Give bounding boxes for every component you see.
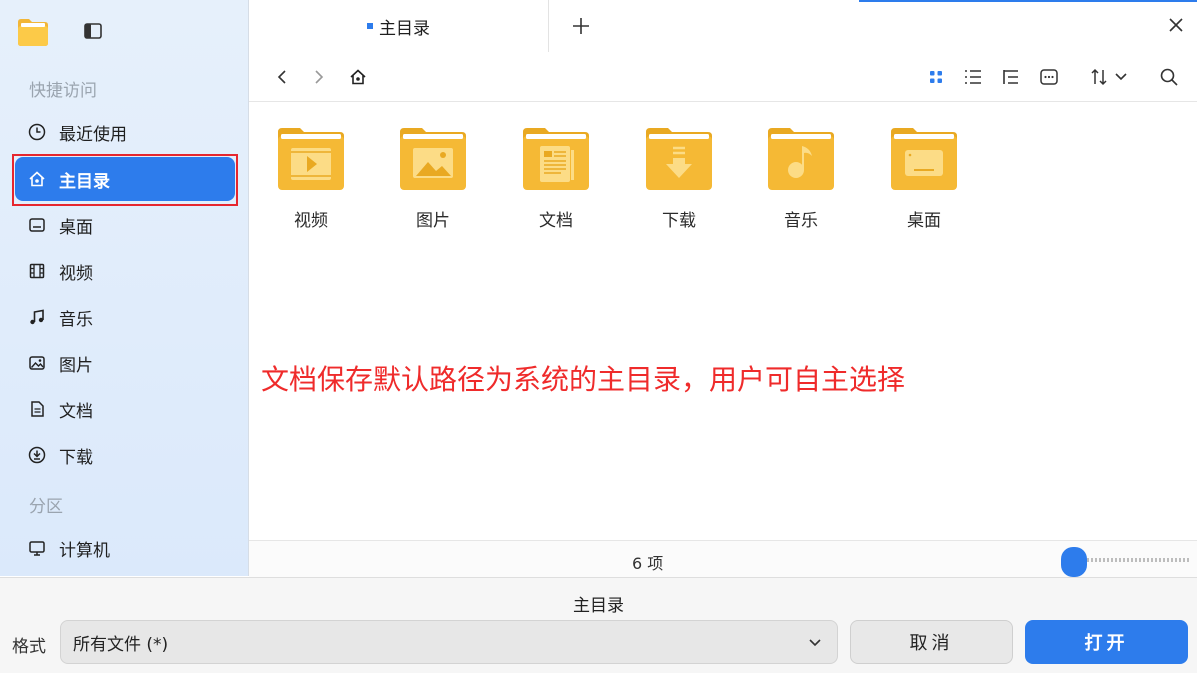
zoom-slider-track bbox=[1079, 558, 1191, 562]
sidebar-item-label: 最近使用 bbox=[59, 124, 127, 145]
downloads-folder-icon bbox=[646, 128, 712, 190]
home-icon bbox=[27, 169, 47, 189]
back-button[interactable] bbox=[269, 64, 295, 90]
format-label: 格式 bbox=[12, 637, 46, 657]
file-name: 下载 bbox=[662, 211, 696, 231]
folder-desktop[interactable]: 桌面 bbox=[874, 126, 974, 231]
more-icon bbox=[1040, 69, 1058, 85]
format-select[interactable]: 所有文件 (*) bbox=[60, 620, 838, 664]
sidebar-item-downloads[interactable]: 下载 bbox=[15, 433, 235, 477]
computer-icon bbox=[27, 538, 47, 558]
sidebar-item-music[interactable]: 音乐 bbox=[15, 295, 235, 339]
folder-videos[interactable]: 视频 bbox=[261, 126, 361, 231]
tree-view-icon bbox=[1003, 70, 1018, 84]
sidebar-toggle-icon[interactable] bbox=[84, 23, 102, 39]
add-tab-icon[interactable] bbox=[567, 12, 595, 40]
close-icon[interactable] bbox=[1165, 14, 1187, 36]
music-note-icon bbox=[27, 307, 47, 327]
file-name: 文档 bbox=[539, 211, 573, 231]
video-folder-icon bbox=[278, 128, 344, 190]
desktop-folder-icon bbox=[891, 128, 957, 190]
folder-downloads[interactable]: 下载 bbox=[629, 126, 729, 231]
partition-title: 分区 bbox=[29, 497, 63, 517]
search-button[interactable] bbox=[1156, 64, 1182, 90]
more-options-button[interactable] bbox=[1036, 64, 1062, 90]
sidebar-item-label: 图片 bbox=[59, 355, 93, 376]
sidebar-item-computer[interactable]: 计算机 bbox=[15, 526, 235, 570]
sidebar-item-recent[interactable]: 最近使用 bbox=[15, 110, 235, 154]
sidebar-item-label: 桌面 bbox=[59, 217, 93, 238]
sidebar-item-desktop[interactable]: 桌面 bbox=[15, 203, 235, 247]
quick-access-title: 快捷访问 bbox=[29, 81, 97, 101]
sidebar-item-label: 文档 bbox=[59, 401, 93, 422]
annotation-text: 文档保存默认路径为系统的主目录，用户可自主选择 bbox=[261, 363, 906, 396]
chevron-down-icon bbox=[1115, 73, 1127, 81]
file-name: 桌面 bbox=[907, 211, 941, 231]
download-icon bbox=[27, 445, 47, 465]
tab-home[interactable]: 主目录 bbox=[249, 0, 549, 52]
tree-view-button[interactable] bbox=[998, 64, 1024, 90]
file-manager-logo-icon bbox=[18, 19, 48, 46]
file-name: 音乐 bbox=[784, 211, 818, 231]
icon-view-button[interactable] bbox=[923, 64, 949, 90]
file-name: 图片 bbox=[416, 211, 450, 231]
window-accent-line bbox=[859, 0, 1197, 2]
zoom-slider-handle[interactable] bbox=[1061, 547, 1087, 577]
sort-button[interactable] bbox=[1085, 64, 1133, 90]
sidebar-item-pictures[interactable]: 图片 bbox=[15, 341, 235, 385]
sidebar-item-label: 计算机 bbox=[59, 540, 110, 561]
sidebar-item-label: 下载 bbox=[59, 447, 93, 468]
chevron-right-icon bbox=[315, 70, 324, 84]
sidebar-item-home[interactable]: 主目录 bbox=[15, 157, 235, 201]
zoom-slider[interactable] bbox=[1061, 547, 1191, 577]
active-tab-indicator bbox=[367, 23, 373, 29]
image-icon bbox=[27, 353, 47, 373]
sidebar-item-label: 视频 bbox=[59, 263, 93, 284]
sidebar-item-label: 音乐 bbox=[59, 309, 93, 330]
clock-icon bbox=[27, 122, 47, 142]
list-view-button[interactable] bbox=[960, 64, 986, 90]
sort-icon bbox=[1091, 68, 1107, 86]
home-icon bbox=[350, 69, 366, 85]
item-count: 6 项 bbox=[632, 554, 664, 573]
sidebar-item-label: 主目录 bbox=[59, 171, 110, 192]
folder-documents[interactable]: 文档 bbox=[506, 126, 606, 231]
film-icon bbox=[27, 261, 47, 281]
sidebar-item-videos[interactable]: 视频 bbox=[15, 249, 235, 293]
grid-view-icon bbox=[930, 71, 942, 83]
tab-label: 主目录 bbox=[379, 18, 430, 39]
search-icon bbox=[1160, 68, 1178, 86]
pictures-folder-icon bbox=[400, 128, 466, 190]
current-directory-label: 主目录 bbox=[573, 596, 624, 616]
dialog-footer: 主目录 格式 所有文件 (*) 取消 打开 bbox=[0, 577, 1197, 673]
folder-music[interactable]: 音乐 bbox=[751, 126, 851, 231]
forward-button[interactable] bbox=[306, 64, 332, 90]
chevron-left-icon bbox=[277, 70, 286, 84]
chevron-down-icon bbox=[809, 639, 821, 647]
status-bar: 6 项 bbox=[249, 540, 1197, 577]
list-view-icon bbox=[965, 70, 981, 84]
open-button[interactable]: 打开 bbox=[1025, 620, 1188, 664]
cancel-button[interactable]: 取消 bbox=[850, 620, 1013, 664]
sidebar: 快捷访问 最近使用 主目录 桌面 视频 音乐 图片 文档 下载 分区 计算机 bbox=[0, 0, 249, 576]
document-icon bbox=[27, 399, 47, 419]
breadcrumb-home-button[interactable] bbox=[345, 64, 371, 90]
desktop-icon bbox=[27, 215, 47, 235]
music-folder-icon bbox=[768, 128, 834, 190]
documents-folder-icon bbox=[523, 128, 589, 190]
file-view: 视频 图片 文档 下载 音乐 桌面 文档保存默认路径为系统的主目录，用户可自主选… bbox=[249, 102, 1197, 540]
sidebar-item-documents[interactable]: 文档 bbox=[15, 387, 235, 431]
toolbar bbox=[249, 52, 1197, 102]
tab-bar: 主目录 bbox=[249, 0, 1197, 52]
folder-pictures[interactable]: 图片 bbox=[383, 126, 483, 231]
format-value: 所有文件 (*) bbox=[73, 634, 169, 655]
file-name: 视频 bbox=[294, 211, 328, 231]
